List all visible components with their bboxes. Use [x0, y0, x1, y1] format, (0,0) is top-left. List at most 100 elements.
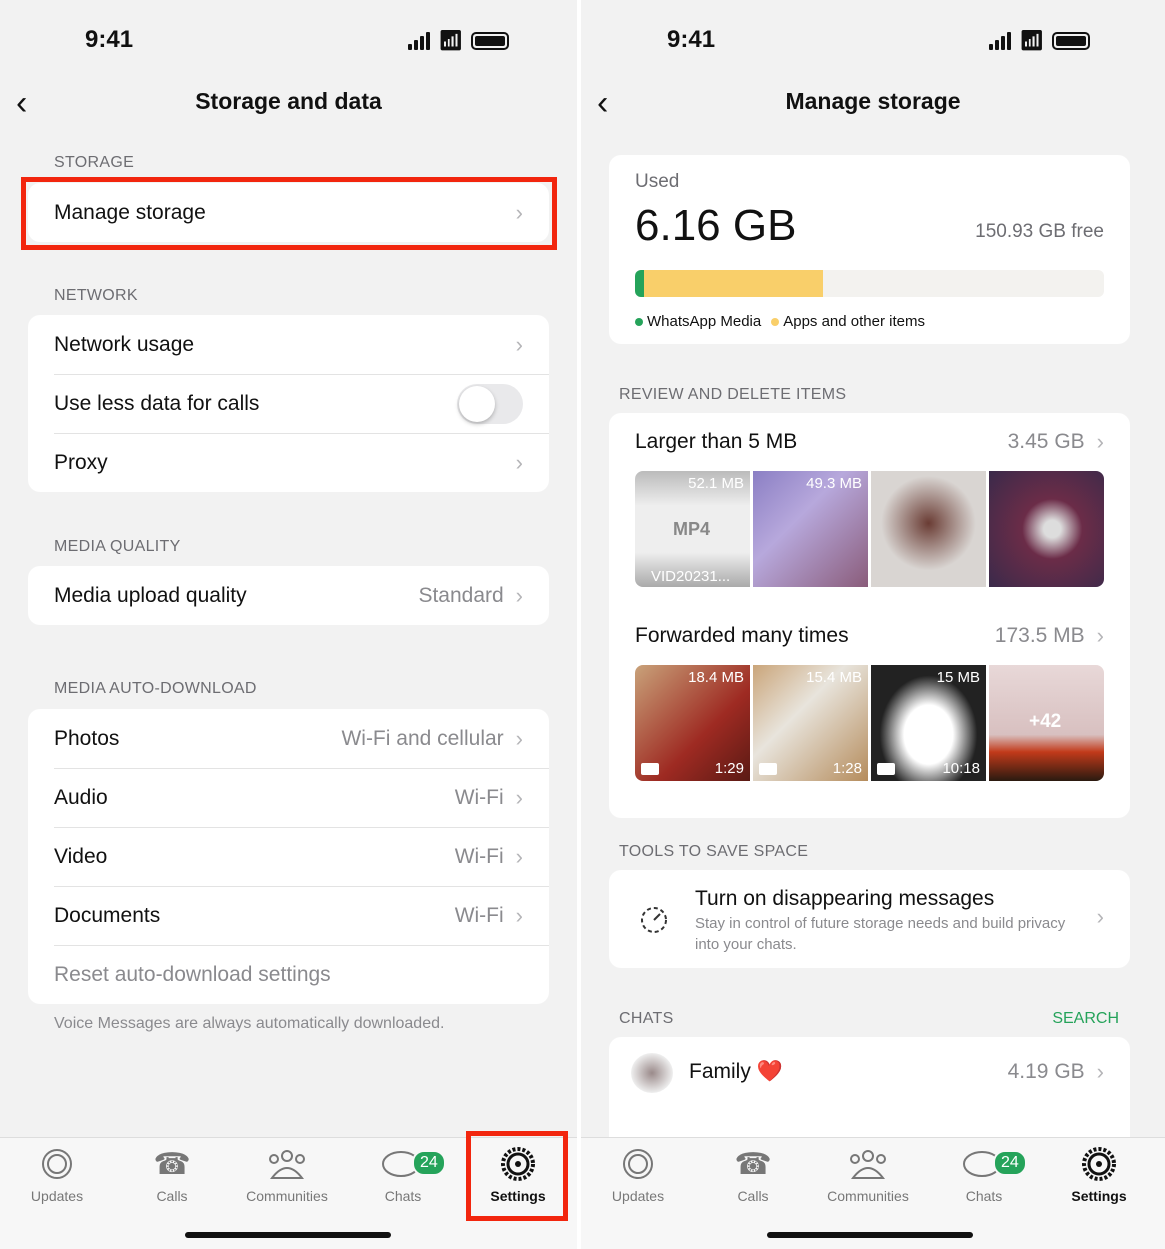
- thumb-size: 15.4 MB: [806, 669, 862, 686]
- thumbnail-more[interactable]: +42: [989, 665, 1104, 781]
- reset-auto-download-button[interactable]: Reset auto-download settings: [28, 945, 549, 1004]
- tab-label: Chats: [384, 1188, 422, 1204]
- tab-label: Chats: [965, 1188, 1003, 1204]
- audio-row[interactable]: Audio Wi-Fi ›: [28, 768, 549, 827]
- video-row[interactable]: Video Wi-Fi ›: [28, 827, 549, 886]
- chats-search-button[interactable]: SEARCH: [1052, 1010, 1119, 1028]
- media-quality-card: Media upload quality Standard ›: [28, 566, 549, 625]
- section-storage: STORAGE: [54, 154, 135, 171]
- thumbnail-file[interactable]: 52.1 MB MP4 VID20231...: [635, 471, 750, 587]
- thumbnail-video[interactable]: 15 MB 10:18: [871, 665, 986, 781]
- network-usage-row[interactable]: Network usage ›: [28, 315, 549, 374]
- section-network: NETWORK: [54, 287, 138, 304]
- proxy-row[interactable]: Proxy ›: [28, 433, 549, 492]
- tab-communities[interactable]: Communities: [232, 1146, 342, 1204]
- tab-label: Updates: [30, 1188, 84, 1204]
- tab-chats[interactable]: 24 Chats: [348, 1146, 458, 1204]
- tab-updates[interactable]: Updates: [2, 1146, 112, 1204]
- row-label: Documents: [54, 903, 161, 927]
- video-icon: [877, 763, 895, 775]
- manage-storage-screen: 9:41 📶︎ ‹ Manage storage Used 6.16 GB 15…: [581, 0, 1165, 1249]
- highlight-box: [466, 1131, 568, 1221]
- voice-note-footer: Voice Messages are always automatically …: [54, 1015, 445, 1032]
- wifi-icon: 📶︎: [438, 30, 464, 52]
- chevron-right-icon: ›: [515, 449, 523, 475]
- usage-bar-apps: [644, 270, 823, 297]
- avatar: [631, 1053, 673, 1093]
- tab-settings[interactable]: Settings: [1044, 1146, 1154, 1204]
- larger-than-row[interactable]: Larger than 5 MB 3.45 GB ›: [609, 413, 1130, 471]
- forwarded-thumbnails: 18.4 MB 1:29 15.4 MB 1:28 15 MB 10:18 +42: [609, 665, 1130, 781]
- thumbnail-video[interactable]: 18.4 MB 1:29: [635, 665, 750, 781]
- thumb-size: 49.3 MB: [806, 475, 862, 492]
- usage-legend: WhatsApp Media Apps and other items: [635, 313, 925, 330]
- chevron-right-icon: ›: [515, 784, 523, 810]
- review-card: Larger than 5 MB 3.45 GB › 52.1 MB MP4 VID20…: [609, 413, 1130, 818]
- chat-row[interactable]: Family ❤️ 4.19 GB ›: [609, 1037, 1130, 1107]
- network-card: Network usage › Use less data for calls P…: [28, 315, 549, 492]
- section-chats: CHATS: [619, 1010, 674, 1027]
- row-label: Video: [54, 844, 108, 868]
- updates-icon: [2, 1146, 112, 1182]
- thumbnail[interactable]: 49.3 MB: [753, 471, 868, 587]
- tab-chats[interactable]: 24 Chats: [929, 1146, 1039, 1204]
- status-icons: 📶︎: [408, 28, 510, 53]
- tab-calls[interactable]: ☎︎ Calls: [117, 1146, 227, 1205]
- status-time: 9:41: [85, 26, 134, 53]
- thumbnail[interactable]: [871, 471, 986, 587]
- used-value: 6.16 GB: [635, 201, 797, 250]
- tab-label: Calls: [156, 1188, 188, 1204]
- tab-label: Updates: [611, 1188, 665, 1204]
- page-title: Storage and data: [195, 88, 382, 114]
- row-label: Audio: [54, 785, 108, 809]
- file-name: VID20231...: [651, 568, 731, 585]
- photos-row[interactable]: Photos Wi-Fi and cellular ›: [28, 709, 549, 768]
- updates-icon: [583, 1146, 693, 1182]
- less-data-row: Use less data for calls: [28, 374, 549, 433]
- usage-bar-whatsapp: [635, 270, 645, 297]
- thumbnail-video[interactable]: 15.4 MB 1:28: [753, 665, 868, 781]
- thumb-duration: 1:28: [832, 760, 862, 777]
- row-value: Wi-Fi: [454, 903, 504, 927]
- less-data-toggle[interactable]: [457, 383, 523, 424]
- tab-updates[interactable]: Updates: [583, 1146, 693, 1204]
- thumb-duration: 10:18: [942, 760, 980, 777]
- forwarded-row[interactable]: Forwarded many times 173.5 MB ›: [609, 607, 1130, 665]
- auto-download-card: Photos Wi-Fi and cellular › Audio Wi-Fi › Vi…: [28, 709, 549, 1004]
- legend-item: Apps and other items: [783, 313, 925, 330]
- more-count: +42: [1029, 711, 1062, 732]
- page-title: Manage storage: [785, 88, 961, 114]
- documents-row[interactable]: Documents Wi-Fi ›: [28, 886, 549, 945]
- row-label: Photos: [54, 726, 120, 750]
- highlight-box: [21, 177, 557, 250]
- disappearing-timer-icon: [641, 907, 667, 933]
- chevron-right-icon: ›: [1096, 429, 1104, 454]
- section-media-quality: MEDIA QUALITY: [54, 538, 181, 555]
- row-label: Network usage: [54, 332, 195, 356]
- row-description: Stay in control of future storage needs …: [695, 915, 1066, 953]
- video-icon: [759, 763, 777, 775]
- chat-name: Family ❤️: [689, 1060, 783, 1083]
- legend-dot: [771, 317, 780, 326]
- row-value: Wi-Fi: [454, 785, 504, 809]
- tab-label: Communities: [827, 1188, 909, 1204]
- chevron-right-icon: ›: [515, 582, 523, 608]
- thumb-size: 18.4 MB: [688, 669, 744, 686]
- communities-icon: [813, 1146, 923, 1182]
- thumb-size: 52.1 MB: [688, 475, 744, 492]
- tab-calls[interactable]: ☎︎ Calls: [698, 1146, 808, 1205]
- row-value: 3.45 GB: [1007, 430, 1085, 453]
- disappearing-messages-row[interactable]: Turn on disappearing messages Stay in co…: [609, 870, 1130, 968]
- storage-usage-card: Used 6.16 GB 150.93 GB free WhatsApp Med…: [609, 155, 1130, 344]
- tab-communities[interactable]: Communities: [813, 1146, 923, 1204]
- usage-bar: [635, 270, 1104, 297]
- thumbnail[interactable]: [989, 471, 1104, 587]
- media-upload-row[interactable]: Media upload quality Standard ›: [28, 566, 549, 625]
- chevron-right-icon: ›: [1096, 623, 1104, 648]
- chevron-right-icon: ›: [1096, 904, 1104, 929]
- settings-gear-icon: [1044, 1146, 1154, 1182]
- signal-icon: [989, 31, 1011, 50]
- tab-label: Settings: [1071, 1188, 1127, 1204]
- row-label: Larger than 5 MB: [635, 430, 798, 453]
- chevron-right-icon: ›: [515, 843, 523, 869]
